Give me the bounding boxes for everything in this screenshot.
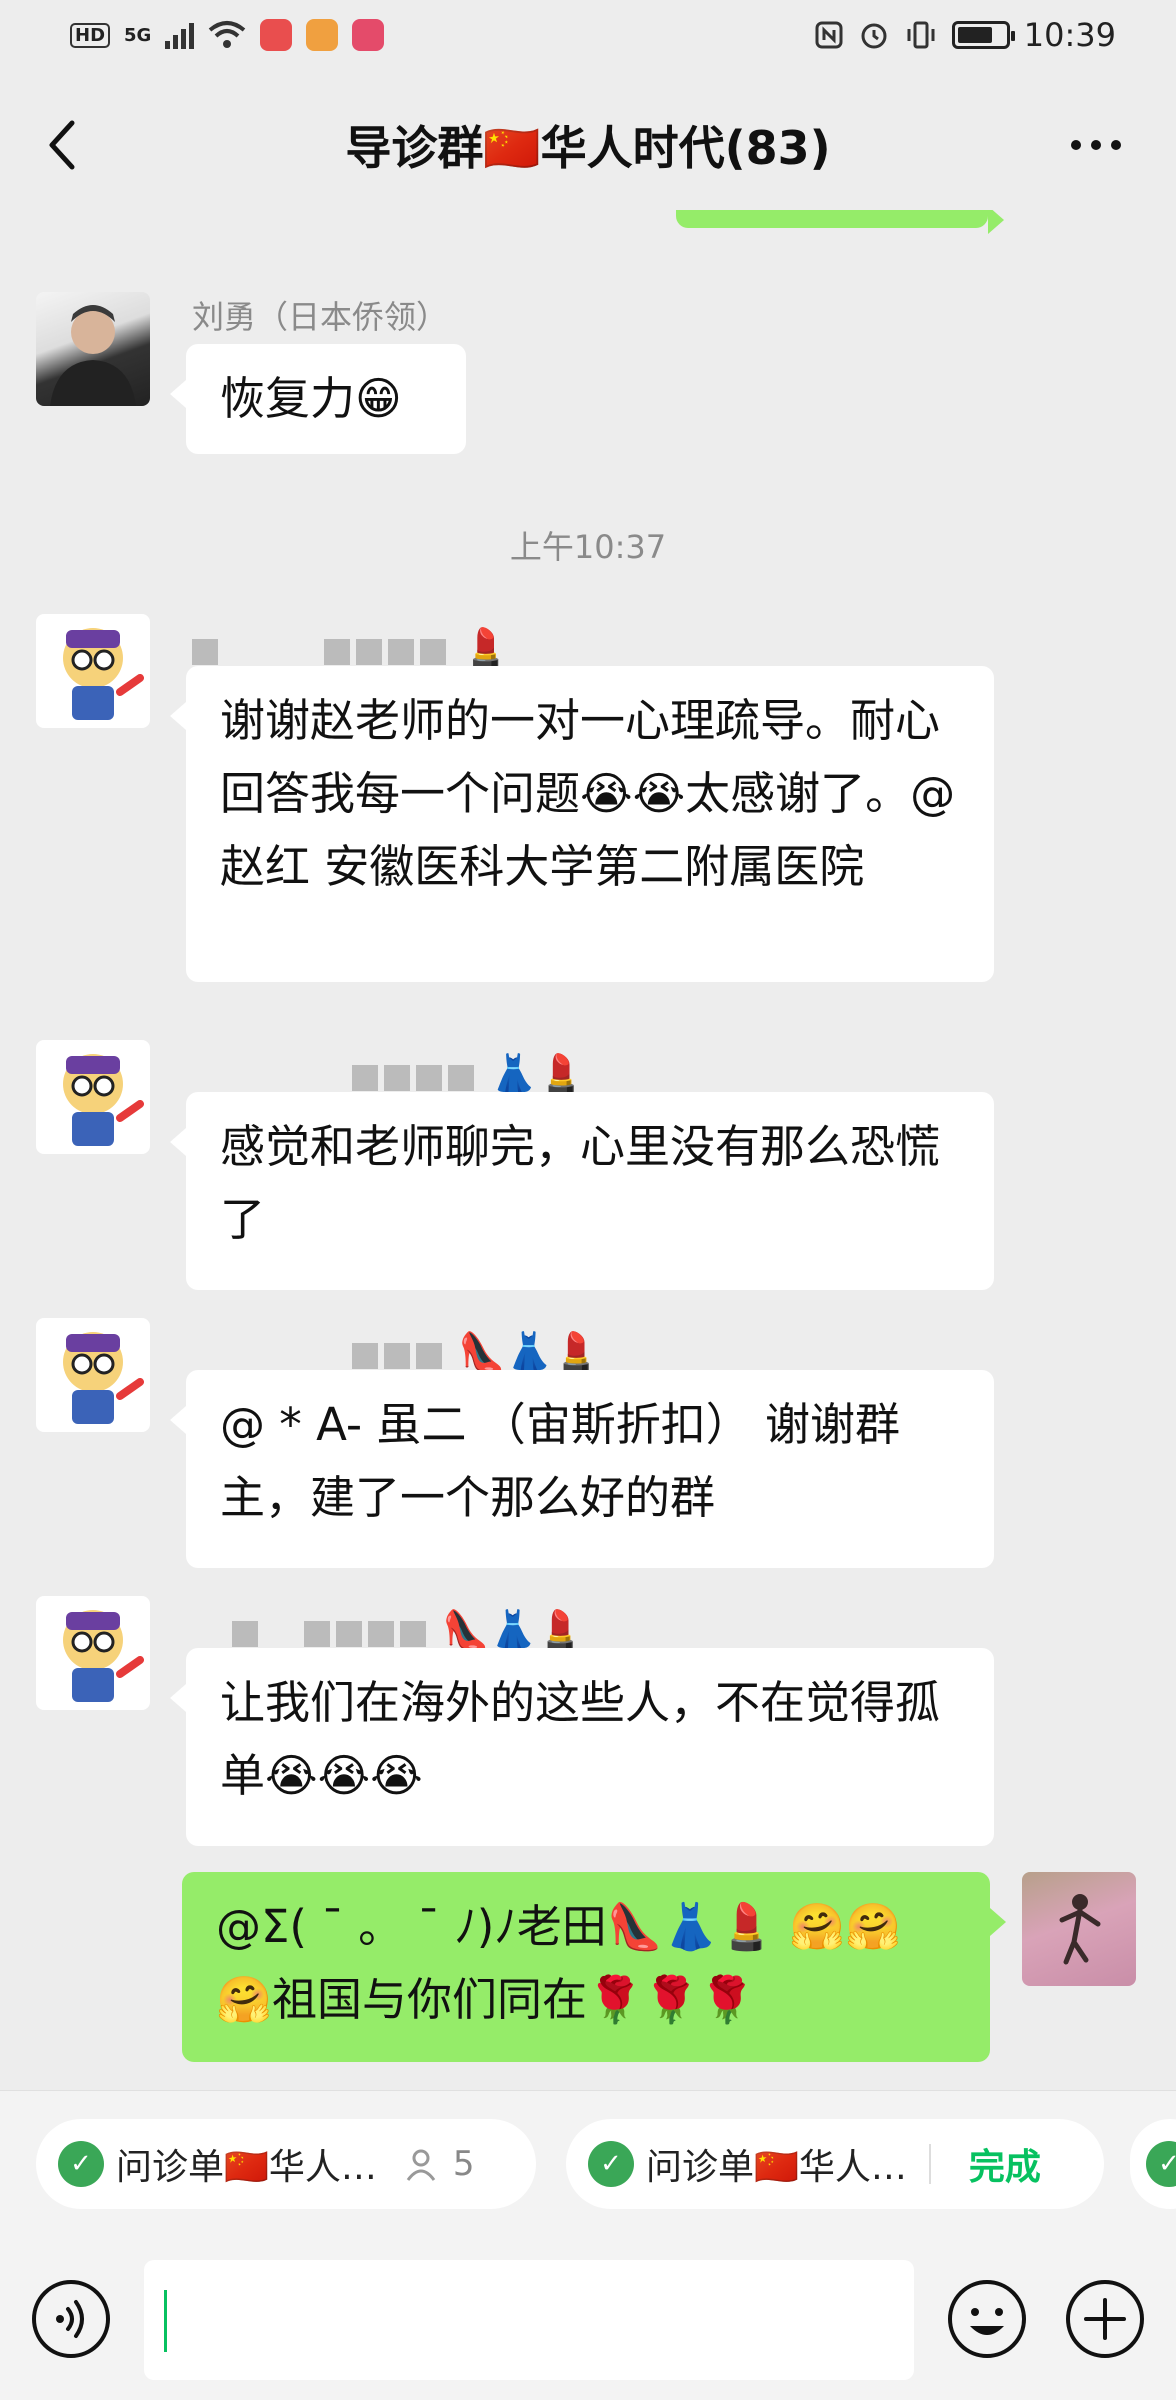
message-bubble[interactable]: 谢谢赵老师的一对一心理疏导。耐心回答我每一个问题😭😭太感谢了。@ 赵红 安徽医科…: [170, 666, 994, 982]
sender-emoji-suffix: 👗💄: [490, 1052, 585, 1096]
message-text: @Σ( ¯ 。 ¯ ﾉ)ﾉ老田👠👗💄 🤗🤗🤗祖国与你们同在🌹🌹🌹: [216, 1900, 902, 2026]
pill-label: 问诊单🇨🇳华人…: [646, 2147, 907, 2188]
status-left: HD 5G: [70, 19, 385, 51]
message-bubble[interactable]: @ * A- 虽二 （宙斯折扣） 谢谢群主，建了一个那么好的群: [170, 1370, 994, 1568]
emoji-icon[interactable]: [946, 2278, 1028, 2360]
cartoon-avatar-icon: [63, 1610, 144, 1702]
group-tools-bar: ✓ 问诊单🇨🇳华人… 5 ✓ 问诊单🇨🇳华人… 完成 ✓: [0, 2090, 1176, 2240]
sender-name: 💄: [192, 626, 510, 671]
cartoon-avatar-icon: [63, 1332, 144, 1424]
completed-status: 完成: [968, 2147, 1041, 2188]
message-text: 谢谢赵老师的一对一心理疏导。耐心回答我每一个问题😭😭太感谢了。@ 赵红 安徽医科…: [220, 694, 956, 893]
signal-icon: [165, 21, 195, 49]
app-notification-icon: [352, 19, 385, 51]
cartoon-avatar-icon: [63, 1054, 144, 1146]
sender-avatar[interactable]: [36, 614, 150, 728]
chevron-left-icon[interactable]: [40, 113, 84, 177]
app-notification-icon: [306, 19, 339, 51]
clock: 10:39: [1023, 16, 1116, 54]
message-timestamp: 上午10:37: [509, 528, 667, 566]
message-list[interactable]: 刘勇（日本侨领） 恢复力😁 上午10:37 💄 谢谢赵老师的一对一心理疏导。耐心…: [0, 210, 1176, 2090]
sender-avatar[interactable]: [36, 292, 150, 406]
wifi-icon: [209, 21, 246, 48]
message-text: 感觉和老师聊完，心里没有那么恐慌了: [220, 1120, 941, 1246]
input-bar: [0, 2240, 1176, 2400]
battery-icon: [951, 21, 1015, 49]
sender-avatar[interactable]: [36, 1596, 150, 1710]
person-avatar-icon: [1059, 1894, 1101, 1965]
sender-name: 👠👗💄: [192, 1330, 600, 1375]
sender-emoji-suffix: 👠👗💄: [442, 1608, 585, 1652]
sender-name: 刘勇（日本侨领）: [192, 298, 449, 336]
hand-check-icon: ✓: [588, 2141, 634, 2187]
my-avatar[interactable]: [1022, 1872, 1136, 1986]
text-caret: [164, 2290, 167, 2352]
cartoon-avatar-icon: [63, 628, 144, 720]
network-label: 5G: [124, 24, 152, 46]
participant-count: 5: [452, 2144, 475, 2184]
hd-badge: HD: [70, 22, 111, 48]
sender-emoji-suffix: 👠👗💄: [458, 1330, 601, 1374]
hand-check-icon: ✓: [58, 2141, 104, 2187]
alarm-icon: [861, 23, 887, 49]
sender-avatar[interactable]: [36, 1318, 150, 1432]
inquiry-form-tab[interactable]: ✓ 问诊单🇨🇳华人… 完成: [566, 2119, 1104, 2209]
voice-input-icon[interactable]: [30, 2278, 112, 2360]
hand-check-icon: ✓: [1146, 2141, 1176, 2187]
message-bubble[interactable]: 让我们在海外的这些人，不在觉得孤单😭😭😭: [170, 1648, 994, 1846]
person-icon: [406, 2149, 436, 2181]
sender-avatar[interactable]: [36, 1040, 150, 1154]
message-text: 恢复力😁: [220, 372, 402, 425]
app-notification-icon: [260, 19, 293, 51]
status-bar: HD 5G 10:39: [0, 0, 1176, 70]
message-input[interactable]: [144, 2260, 914, 2380]
chat-title-bar: 导诊群🇨🇳华人时代(83): [0, 80, 1176, 210]
chat-title: 导诊群🇨🇳华人时代(83): [345, 121, 831, 175]
nfc-icon: [815, 21, 843, 49]
divider: [928, 2144, 931, 2184]
sender-name: 👗💄: [192, 1052, 585, 1097]
more-dots-icon[interactable]: [1066, 130, 1126, 160]
inquiry-form-tab[interactable]: ✓ 问诊单🇨🇳华人… 5: [36, 2119, 536, 2209]
sender-name: 👠👗💄: [192, 1608, 584, 1653]
plus-icon[interactable]: [1064, 2278, 1146, 2360]
inquiry-form-tab-partial[interactable]: ✓: [1130, 2119, 1176, 2209]
pill-label: 问诊单🇨🇳华人…: [116, 2147, 377, 2188]
status-right: 10:39: [814, 16, 1116, 54]
person-avatar-icon: [50, 305, 136, 406]
message-text: 让我们在海外的这些人，不在觉得孤单😭😭😭: [220, 1676, 941, 1802]
message-bubble[interactable]: 恢复力😁: [170, 344, 466, 454]
vibrate-icon: [907, 21, 935, 49]
message-bubble[interactable]: 感觉和老师聊完，心里没有那么恐慌了: [170, 1092, 994, 1290]
partial-outgoing-bubble[interactable]: [676, 210, 1004, 234]
sender-emoji-suffix: 💄: [462, 626, 510, 670]
message-text: @ * A- 虽二 （宙斯折扣） 谢谢群主，建了一个那么好的群: [220, 1398, 901, 1524]
my-message-bubble[interactable]: @Σ( ¯ 。 ¯ ﾉ)ﾉ老田👠👗💄 🤗🤗🤗祖国与你们同在🌹🌹🌹: [182, 1872, 1006, 2062]
